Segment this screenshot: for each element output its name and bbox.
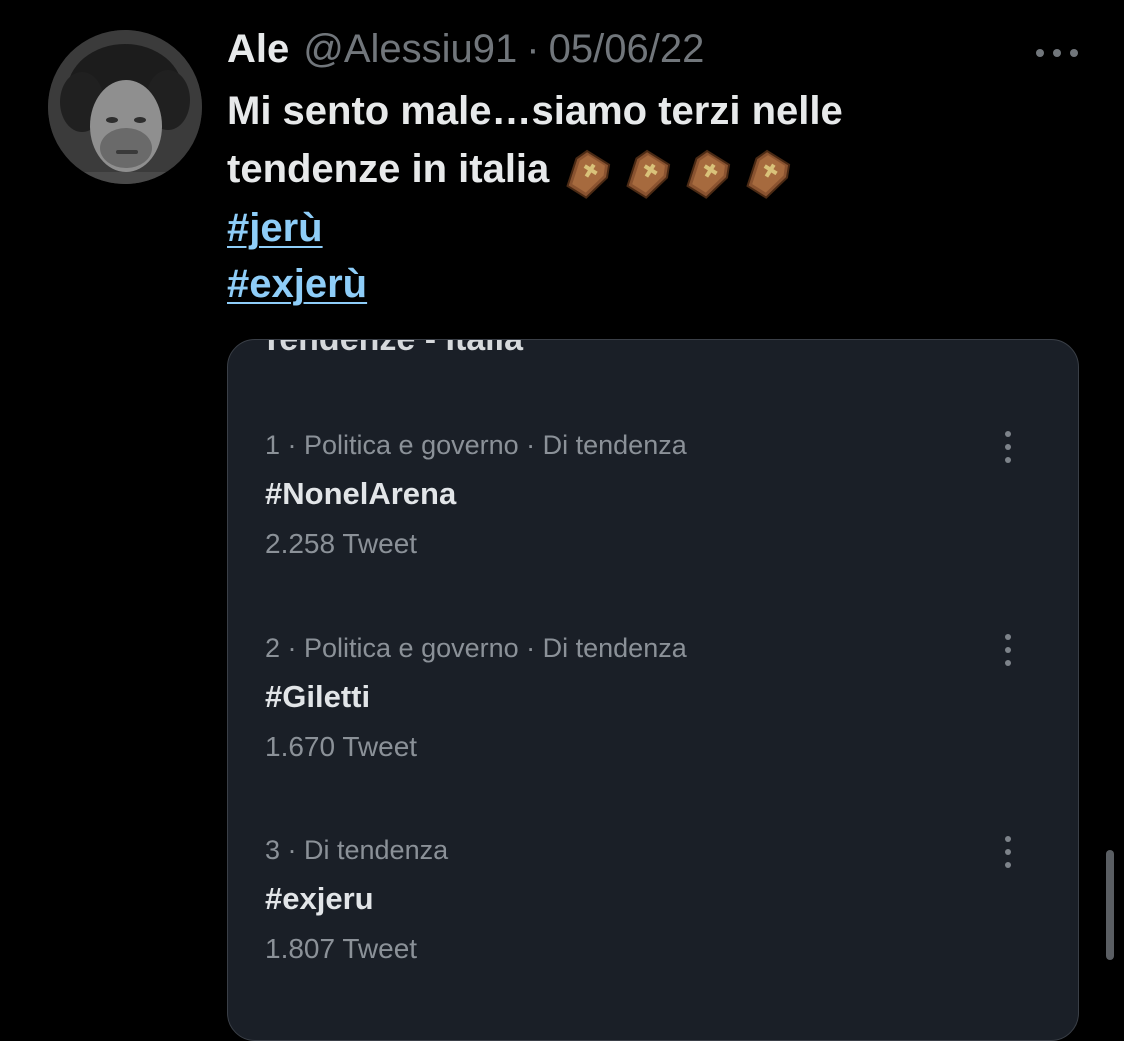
tweet-text-line-2-wrap: tendenze in italia (227, 140, 1124, 200)
tweet-text-line-1: Mi sento male…siamo terzi nelle (227, 89, 843, 133)
trend-count: 2.258 Tweet (265, 528, 418, 559)
author-name[interactable]: Ale (227, 22, 289, 76)
more-vertical-icon[interactable] (998, 632, 1018, 668)
coffin-emoji (626, 149, 671, 199)
more-options-button[interactable] (1029, 38, 1085, 68)
coffin-emoji (746, 149, 791, 199)
hashtag-link-1[interactable]: #jerù (227, 200, 323, 256)
more-vertical-icon[interactable] (998, 429, 1018, 465)
hashtag-link-2[interactable]: #exjerù (227, 256, 367, 312)
trend-item-3[interactable]: 3 · Di tendenza #exjeru 1.807 Tweet (265, 830, 1048, 990)
coffin-emoji (566, 149, 611, 199)
coffin-emojis (559, 142, 799, 200)
tweet-date[interactable]: 05/06/22 (549, 22, 705, 76)
trends-title: Tendenze - Italia (261, 339, 523, 358)
trend-count: 1.807 Tweet (265, 933, 418, 964)
trend-meta: 2 · Politica e governo · Di tendenza (265, 633, 687, 663)
header-separator: · (526, 27, 540, 71)
trend-meta: 3 · Di tendenza (265, 835, 449, 865)
tweet-text-line-2: tendenze in italia (227, 147, 550, 191)
trend-name: #Giletti (265, 679, 371, 714)
scrollbar-thumb[interactable] (1106, 850, 1114, 960)
coffin-emoji (686, 149, 731, 199)
more-horizontal-icon (1036, 49, 1078, 57)
more-vertical-icon[interactable] (998, 834, 1018, 870)
trend-name: #NonelArena (265, 476, 457, 511)
tweet-header: Ale @Alessiu91 · 05/06/22 (227, 22, 1124, 76)
trend-item-1[interactable]: 1 · Politica e governo · Di tendenza #No… (265, 425, 1048, 585)
tweet: Ale @Alessiu91 · 05/06/22 Mi sento male…… (227, 22, 1124, 312)
tweet-text: Mi sento male…siamo terzi nelle tendenze… (227, 82, 1124, 200)
tweet-media-image[interactable]: Tendenze - Italia 1 · Politica e governo… (227, 339, 1079, 1041)
trend-count: 1.670 Tweet (265, 731, 418, 762)
avatar[interactable] (48, 30, 202, 184)
trend-item-2[interactable]: 2 · Politica e governo · Di tendenza #Gi… (265, 628, 1048, 788)
author-handle[interactable]: @Alessiu91 (303, 22, 517, 76)
trend-name: #exjeru (265, 881, 374, 916)
trend-meta: 1 · Politica e governo · Di tendenza (265, 430, 687, 460)
